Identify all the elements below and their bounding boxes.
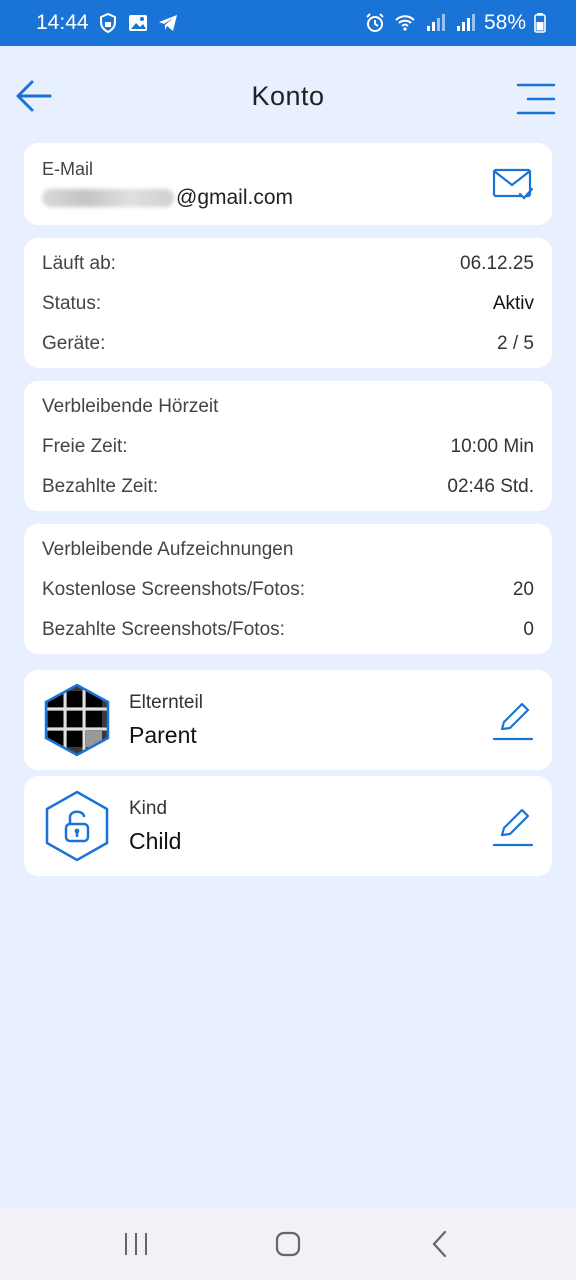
image-icon — [128, 15, 147, 31]
user-role: Kind — [129, 797, 168, 819]
status-value: Aktiv — [492, 293, 534, 314]
grid-avatar-icon — [44, 683, 110, 757]
user-card-child[interactable]: Kind Child — [24, 776, 552, 876]
expiry-value: 06.12.25 — [460, 253, 534, 274]
free-screenshots-label: Kostenlose Screenshots/Fotos: — [42, 579, 305, 600]
listening-title: Verbleibende Hörzeit — [42, 396, 219, 417]
user-name: Child — [129, 827, 182, 854]
menu-icon[interactable] — [516, 82, 556, 116]
expiry-row: Läuft ab: 06.12.25 — [42, 244, 534, 284]
back-chevron-icon — [432, 1230, 447, 1258]
pencil-icon[interactable] — [492, 700, 534, 742]
user-role: Elternteil — [129, 691, 203, 713]
signal-icon — [426, 14, 445, 31]
user-name: Parent — [129, 721, 197, 748]
devices-row: Geräte: 2 / 5 — [42, 324, 534, 364]
status-label: Status: — [42, 293, 102, 314]
devices-label: Geräte: — [42, 333, 106, 354]
email-label: E-Mail — [42, 159, 94, 179]
paid-time-value: 02:46 Std. — [447, 476, 534, 497]
listening-time-card: Verbleibende Hörzeit Freie Zeit: 10:00 M… — [24, 381, 552, 511]
back-button[interactable] — [420, 1224, 460, 1264]
paid-screenshots-value: 0 — [523, 619, 534, 640]
email-value: @gmail.com — [42, 186, 534, 210]
arrow-left-icon[interactable] — [14, 76, 54, 116]
wifi-icon — [395, 15, 415, 31]
mail-check-icon[interactable] — [492, 167, 534, 201]
telegram-icon — [158, 15, 177, 31]
home-icon — [275, 1231, 301, 1257]
system-nav-bar — [0, 1208, 576, 1280]
status-time: 14:44 — [36, 11, 89, 34]
battery-icon — [534, 13, 546, 33]
subscription-card: Läuft ab: 06.12.25 Status: Aktiv Geräte:… — [24, 238, 552, 368]
recordings-title: Verbleibende Aufzeichnungen — [42, 539, 294, 560]
expiry-label: Läuft ab: — [42, 253, 116, 274]
free-time-value: 10:00 Min — [450, 436, 534, 457]
free-time-row: Freie Zeit: 10:00 Min — [42, 427, 534, 467]
recents-icon — [125, 1233, 147, 1255]
pencil-icon[interactable] — [492, 806, 534, 848]
vpn-lock-icon — [99, 12, 116, 34]
user-card-parent[interactable]: Elternteil Parent — [24, 670, 552, 770]
redacted-text — [42, 189, 174, 207]
email-domain: @gmail.com — [176, 186, 294, 209]
free-screenshots-row: Kostenlose Screenshots/Fotos: 20 — [42, 570, 534, 610]
free-time-label: Freie Zeit: — [42, 436, 128, 457]
devices-value: 2 / 5 — [497, 333, 534, 354]
free-screenshots-value: 20 — [512, 579, 534, 600]
battery-percent: 58% — [483, 11, 526, 34]
status-row: Status: Aktiv — [42, 284, 534, 324]
lock-avatar-icon — [45, 790, 109, 862]
page-title: Konto — [251, 80, 325, 111]
home-button[interactable] — [268, 1224, 308, 1264]
paid-screenshots-row: Bezahlte Screenshots/Fotos: 0 — [42, 610, 534, 650]
recordings-card: Verbleibende Aufzeichnungen Kostenlose S… — [24, 524, 552, 654]
app-header: Konto — [0, 46, 576, 146]
recents-button[interactable] — [116, 1224, 156, 1264]
paid-time-row: Bezahlte Zeit: 02:46 Std. — [42, 467, 534, 507]
email-card: E-Mail @gmail.com — [24, 143, 552, 225]
signal-icon — [456, 14, 475, 31]
paid-screenshots-label: Bezahlte Screenshots/Fotos: — [42, 619, 285, 640]
alarm-icon — [366, 13, 384, 32]
status-bar: 14:44 58% — [0, 0, 576, 46]
paid-time-label: Bezahlte Zeit: — [42, 476, 159, 497]
